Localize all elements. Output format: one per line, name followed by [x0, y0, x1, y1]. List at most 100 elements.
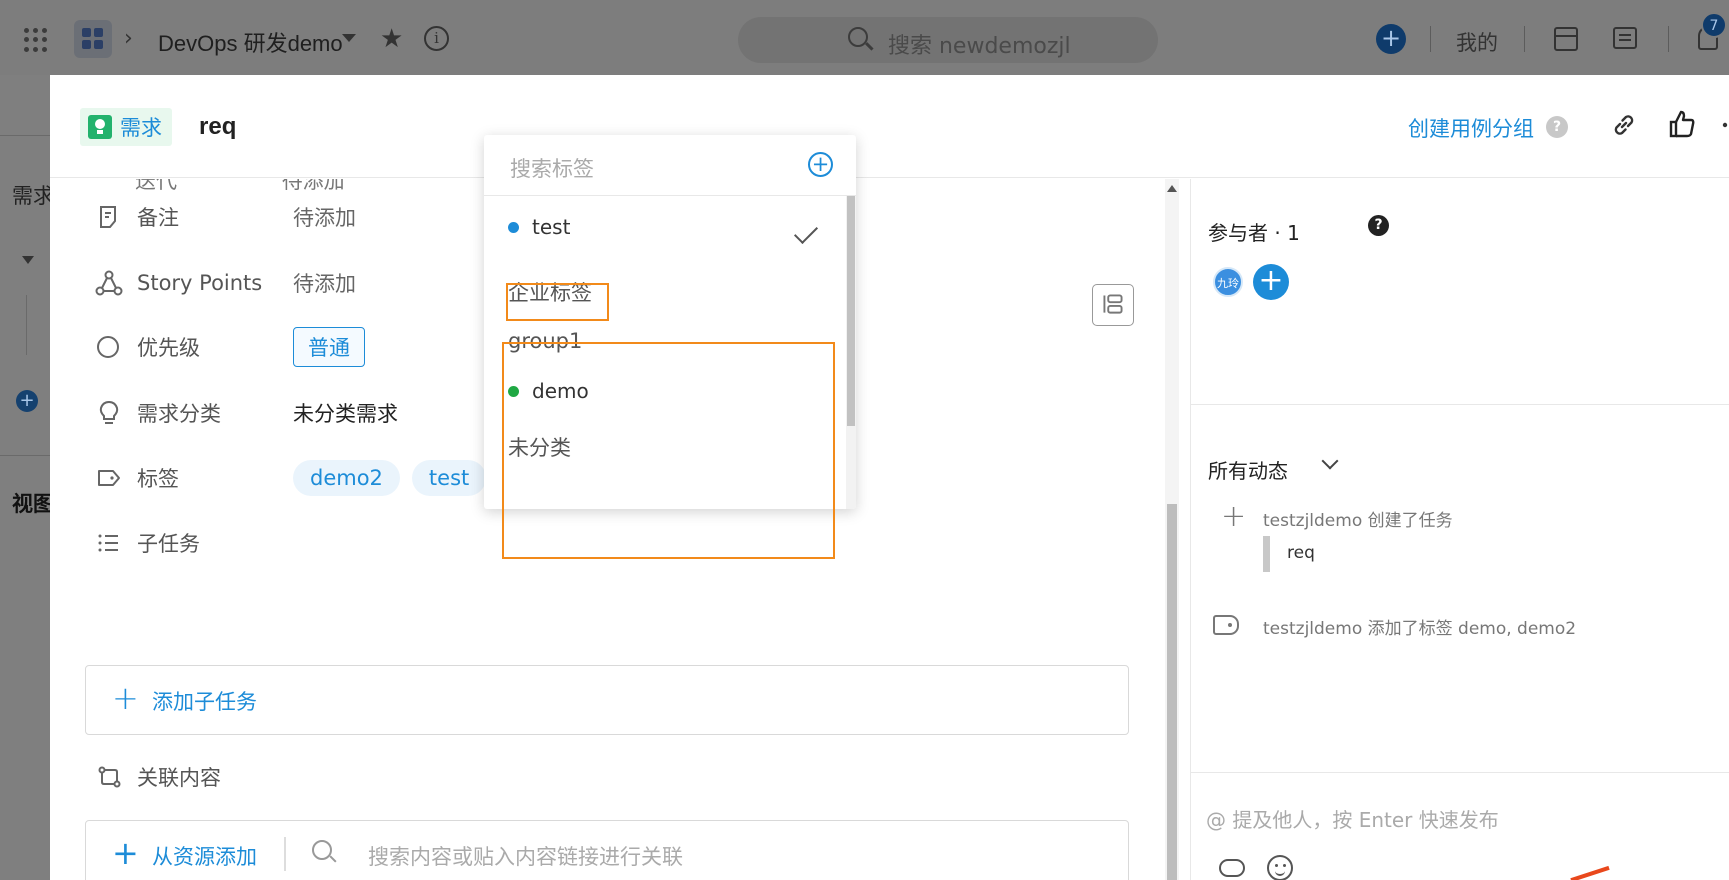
add-subtask-button[interactable]: + 添加子任务: [85, 665, 1129, 735]
project-icon[interactable]: [74, 20, 112, 58]
property-row-priority: 优先级 普通: [95, 327, 365, 367]
project-dropdown-caret-icon[interactable]: [342, 34, 356, 42]
add-tag-button[interactable]: +: [808, 152, 833, 177]
apps-grid-icon[interactable]: [24, 28, 48, 52]
resource-search-input[interactable]: 搜索内容或贴入内容链接进行关联: [368, 841, 683, 871]
notification-badge: 7: [1701, 12, 1727, 38]
background-add-icon: +: [16, 390, 38, 412]
divider: [0, 135, 50, 136]
tag-color-dot: [508, 221, 519, 233]
iteration-row-partial: 迭代 待添加: [95, 179, 345, 195]
layout-icon: [1103, 294, 1123, 314]
layout-toggle-button[interactable]: [1092, 284, 1134, 326]
property-label: 需求分类: [137, 402, 221, 426]
dropdown-scrollbar[interactable]: [846, 196, 856, 509]
modal-header: 需求 req 创建用例分组 ?: [50, 75, 1729, 178]
divider: [1191, 404, 1729, 405]
scrollbar-thumb[interactable]: [847, 196, 855, 426]
add-from-resource-button[interactable]: 从资源添加: [152, 841, 257, 871]
tag-search-placeholder: 搜索标签: [510, 157, 594, 181]
property-label: 标签: [137, 467, 179, 491]
relation-icon: [98, 766, 121, 788]
priority-tag[interactable]: 普通: [293, 327, 365, 367]
property-row-subtasks: 子任务: [95, 523, 293, 563]
divider: [1430, 26, 1431, 52]
checkmark-icon: [793, 219, 819, 245]
resource-link-bar: + 从资源添加 搜索内容或贴入内容链接进行关联: [85, 820, 1129, 880]
comment-input[interactable]: @ 提及他人，按 Enter 快速发布: [1206, 804, 1499, 833]
plus-icon[interactable]: +: [112, 836, 139, 870]
activity-panel: 参与者 · 1 ? 九玲 + 所有动态 + testzjldemo 创建了任务 …: [1190, 179, 1729, 880]
work-item-type-badge[interactable]: 需求: [80, 108, 172, 146]
requirement-detail-modal: 需求 req 创建用例分组 ? 迭代 待添加 备注 待添加 Story Poin…: [50, 75, 1729, 880]
calendar-icon[interactable]: [1554, 27, 1578, 51]
scrollbar-thumb[interactable]: [1167, 504, 1177, 880]
create-case-group-link[interactable]: 创建用例分组: [1408, 113, 1534, 143]
project-name[interactable]: DevOps 研发demo: [158, 26, 343, 58]
activity-item: testzjldemo 创建了任务: [1263, 511, 1453, 531]
work-item-title[interactable]: req: [199, 113, 236, 141]
story-points-value[interactable]: 待添加: [293, 268, 356, 298]
search-icon: [312, 840, 332, 860]
info-icon[interactable]: i: [424, 26, 449, 51]
tag-search-input[interactable]: 搜索标签 +: [484, 135, 856, 196]
global-search-input[interactable]: 搜索 newdemozjl: [738, 17, 1158, 63]
lightbulb-icon: [88, 115, 112, 139]
message-icon[interactable]: [1613, 27, 1637, 49]
add-participant-button[interactable]: +: [1253, 264, 1289, 300]
property-label: 子任务: [137, 532, 200, 556]
star-icon[interactable]: ★: [380, 24, 403, 54]
divider: [0, 455, 50, 456]
create-activity-icon: +: [1221, 499, 1247, 534]
tag-icon: [1213, 615, 1239, 635]
iteration-value[interactable]: 待添加: [282, 179, 345, 193]
property-row-tags: 标签 demo2 test +: [95, 458, 521, 498]
top-bar: › DevOps 研发demo ★ i 搜索 newdemozjl + 我的 7: [0, 0, 1729, 75]
link-icon[interactable]: [1610, 111, 1638, 139]
mine-menu[interactable]: 我的: [1456, 27, 1498, 57]
highlight-box: [506, 283, 609, 321]
activity-item: testzjldemo 添加了标签 demo, demo2: [1263, 619, 1577, 639]
property-label: 备注: [137, 206, 179, 230]
tag-chip[interactable]: test: [411, 460, 487, 496]
chevron-down-icon[interactable]: [1321, 452, 1339, 470]
emoji-icon[interactable]: [1267, 855, 1293, 880]
tag-icon: [98, 470, 120, 486]
help-icon[interactable]: ?: [1368, 215, 1389, 236]
property-label: 关联内容: [137, 766, 221, 790]
plus-icon: +: [112, 679, 139, 717]
remark-value[interactable]: 待添加: [293, 202, 356, 232]
properties-scrollbar[interactable]: [1165, 179, 1179, 880]
divider: [1668, 26, 1669, 52]
divider: [284, 837, 286, 871]
property-row-category: 需求分类 未分类需求: [95, 393, 398, 433]
participants-title: 参与者 · 1: [1208, 221, 1300, 245]
attachment-icon[interactable]: [1219, 859, 1245, 877]
avatar[interactable]: 九玲: [1213, 267, 1243, 297]
more-icon[interactable]: [1720, 115, 1729, 135]
search-icon: [848, 27, 868, 47]
global-add-button[interactable]: +: [1376, 24, 1406, 54]
quote-bar: [1263, 536, 1270, 572]
activity-quote: req: [1287, 543, 1315, 563]
collapse-caret-icon: [22, 256, 34, 264]
highlight-box: [502, 342, 835, 559]
property-row-story-points: Story Points 待添加: [95, 263, 356, 303]
background-label-requirements: 需求: [12, 184, 54, 208]
property-label: 优先级: [137, 336, 200, 360]
tag-chip[interactable]: demo2: [293, 460, 400, 496]
work-item-type-label: 需求: [120, 116, 162, 140]
tag-option-test[interactable]: test: [508, 215, 570, 239]
list-icon: [98, 534, 118, 552]
activity-filter[interactable]: 所有动态: [1208, 455, 1288, 484]
divider: [26, 295, 27, 355]
note-icon: [100, 206, 116, 228]
divider: [1524, 26, 1525, 52]
thumbs-up-icon[interactable]: [1668, 109, 1696, 139]
help-icon[interactable]: ?: [1546, 116, 1568, 138]
add-subtask-label: 添加子任务: [152, 690, 257, 714]
chevron-right-icon: ›: [124, 26, 133, 51]
property-row-remark: 备注 待添加: [95, 197, 356, 237]
scroll-up-arrow-icon[interactable]: [1167, 185, 1177, 192]
category-value[interactable]: 未分类需求: [293, 398, 398, 428]
